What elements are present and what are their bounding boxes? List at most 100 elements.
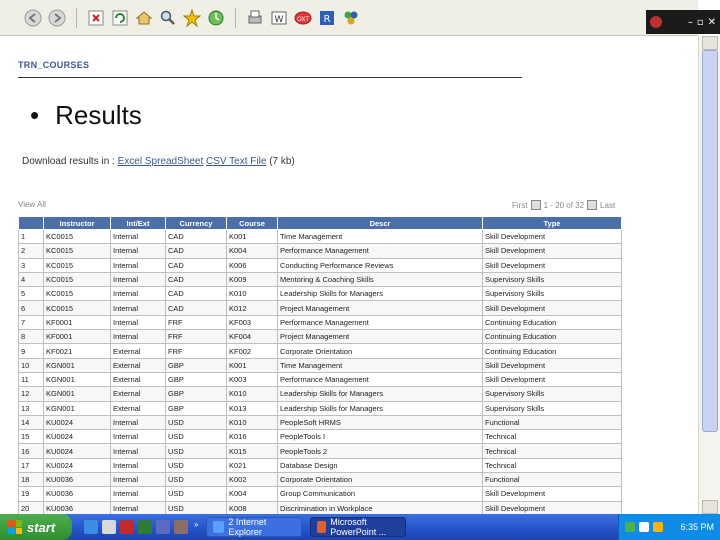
- cell-currency: USD: [165, 457, 227, 474]
- cell-row-number: 9: [18, 343, 44, 359]
- messenger-icon[interactable]: OXT: [294, 9, 312, 27]
- scroll-thumb[interactable]: [702, 50, 718, 432]
- extensions-icon[interactable]: [342, 9, 360, 27]
- pager-next-icon[interactable]: [587, 200, 598, 210]
- history-icon[interactable]: [207, 9, 225, 27]
- table-row[interactable]: 9 KF0021 External FRF KF002 Corporate Orienta…: [18, 343, 622, 359]
- table-row[interactable]: 18 KU0036 Internal USD K002 Corporate Orienta…: [18, 472, 622, 488]
- home-icon[interactable]: [135, 9, 153, 27]
- csv-download-link[interactable]: CSV Text File: [206, 156, 266, 167]
- scroll-down-icon[interactable]: [702, 500, 718, 514]
- cell-type: Continuing Education: [482, 314, 622, 331]
- minimize-button[interactable]: –: [688, 17, 693, 28]
- cell-descr: Performance Management: [277, 243, 483, 259]
- table-row[interactable]: 17 KU0024 Internal USD K021 Database Design Te…: [18, 457, 622, 474]
- print-icon[interactable]: [246, 9, 264, 27]
- research-icon[interactable]: R: [318, 9, 336, 27]
- cell-course: K013: [226, 400, 278, 416]
- table-row[interactable]: 14 KU0024 Internal USD K010 PeopleSoft HRMS Fu…: [18, 414, 622, 431]
- column-header-instructor[interactable]: Instructor: [43, 216, 111, 230]
- table-row[interactable]: 12 KGN001 External GBP K010 Leadership Skills…: [18, 386, 622, 402]
- favorites-icon[interactable]: [183, 8, 201, 27]
- task-powerpoint[interactable]: Microsoft PowerPoint ...: [310, 517, 407, 537]
- maximize-button[interactable]: ▫: [697, 17, 704, 28]
- table-row[interactable]: 19 KU0036 Internal USD K004 Group Communicati…: [18, 486, 622, 502]
- pager-last-link[interactable]: Last: [600, 201, 615, 210]
- table-row[interactable]: 7 KF0001 Internal FRF KF003 Performance Manag…: [18, 314, 622, 331]
- cell-instructor: KC0015: [43, 286, 111, 302]
- cell-currency: GBP: [165, 400, 227, 416]
- table-row[interactable]: 5 KC0015 Internal CAD K010 Leadership Skills …: [18, 286, 622, 302]
- stop-icon[interactable]: [87, 9, 105, 27]
- table-row[interactable]: 16 KU0024 Internal USD K015 PeopleTools 2 Tech…: [18, 443, 622, 459]
- pager-prev-icon[interactable]: [530, 200, 541, 210]
- svg-text:W: W: [275, 15, 284, 25]
- column-header-currency[interactable]: Currency: [165, 216, 227, 230]
- task-internet-explorer[interactable]: 2 Internet Explorer: [206, 517, 303, 537]
- table-row[interactable]: 11 KGN001 External GBP K003 Performance Manag…: [18, 371, 622, 388]
- cell-type: Continuing Education: [482, 329, 622, 345]
- cell-type: Supervisory Skills: [482, 400, 622, 416]
- network-icon[interactable]: [625, 522, 635, 532]
- column-header-descr[interactable]: Descr: [277, 216, 483, 230]
- cell-course: K021: [226, 457, 278, 474]
- column-header-course[interactable]: Course: [226, 216, 278, 230]
- edit-icon[interactable]: W: [270, 9, 288, 27]
- table-row[interactable]: 1 KC0015 Internal CAD K001 Time Management Ski…: [18, 228, 622, 245]
- acrobat-quicklaunch-icon[interactable]: [120, 520, 134, 534]
- table-row[interactable]: 6 KC0015 Internal CAD K012 Project Management…: [18, 300, 622, 316]
- cell-row-number: 10: [18, 357, 44, 373]
- windows-flag-icon: [8, 520, 22, 534]
- cell-int-ext: Internal: [110, 414, 166, 431]
- search-icon[interactable]: [159, 9, 177, 27]
- back-icon[interactable]: [24, 9, 42, 27]
- column-header-int-ext[interactable]: Int/Ext: [110, 216, 166, 230]
- refresh-icon[interactable]: [111, 9, 129, 27]
- close-button[interactable]: ✕: [708, 17, 716, 28]
- desktop-quicklaunch-icon[interactable]: [102, 520, 116, 534]
- forward-icon[interactable]: [48, 9, 66, 27]
- powerpoint-icon: [317, 521, 327, 533]
- cell-type: Skill Development: [482, 357, 622, 373]
- excel-download-link[interactable]: Excel SpreadSheet: [118, 156, 204, 167]
- app-quicklaunch-icon[interactable]: [174, 520, 188, 534]
- download-line: Download results in : Excel SpreadSheet …: [22, 156, 295, 167]
- task-label: Microsoft PowerPoint ...: [330, 517, 387, 537]
- cell-currency: USD: [165, 500, 227, 514]
- table-row[interactable]: 13 KGN001 External GBP K013 Leadership Skills…: [18, 400, 622, 416]
- table-row[interactable]: 8 KF0001 Internal FRF KF004 Project Managemen…: [18, 329, 622, 345]
- cell-instructor: KGN001: [43, 400, 111, 416]
- start-button[interactable]: start: [0, 514, 72, 540]
- cell-course: KF004: [226, 329, 278, 345]
- cell-course: K002: [226, 472, 278, 488]
- app-quicklaunch-icon[interactable]: [156, 520, 170, 534]
- table-row[interactable]: 10 KGN001 External GBP K001 Time Management Sk…: [18, 357, 622, 373]
- excel-quicklaunch-icon[interactable]: [138, 520, 152, 534]
- window-controls: – ▫ ✕: [646, 10, 720, 34]
- cell-row-number: 13: [18, 400, 44, 416]
- volume-icon[interactable]: [639, 522, 649, 532]
- quicklaunch-more-icon[interactable]: »: [194, 520, 198, 534]
- ie-quicklaunch-icon[interactable]: [84, 520, 98, 534]
- table-row[interactable]: 4 KC0015 Internal CAD K009 Mentoring & Coachi…: [18, 271, 622, 288]
- column-header-type[interactable]: Type: [482, 216, 622, 230]
- cell-descr: Discrimination in Workplace: [277, 500, 483, 514]
- table-row[interactable]: 15 KU0024 Internal USD K016 PeopleTools I Tech…: [18, 429, 622, 445]
- cell-course: K006: [226, 257, 278, 273]
- column-header[interactable]: [18, 216, 44, 230]
- cell-descr: Corporate Orientation: [277, 343, 483, 359]
- cell-descr: Leadership Skills for Managers: [277, 400, 483, 416]
- vertical-scrollbar[interactable]: [698, 36, 720, 514]
- table-row[interactable]: 2 KC0015 Internal CAD K004 Performance Manage…: [18, 243, 622, 259]
- page-title: TRN_COURSES: [18, 60, 90, 70]
- scroll-up-icon[interactable]: [702, 36, 718, 50]
- view-all-link[interactable]: View All: [18, 200, 46, 209]
- cell-descr: PeopleTools I: [277, 429, 483, 445]
- pager-first-link[interactable]: First: [512, 201, 528, 210]
- cell-instructor: KGN001: [43, 357, 111, 373]
- table-row[interactable]: 20 KU0036 Internal USD K008 Discrimination in…: [18, 500, 622, 514]
- table-row[interactable]: 3 KC0015 Internal CAD K006 Conducting Perform…: [18, 257, 622, 273]
- security-icon[interactable]: [653, 522, 663, 532]
- cell-row-number: 1: [18, 228, 44, 245]
- cell-instructor: KU0036: [43, 472, 111, 488]
